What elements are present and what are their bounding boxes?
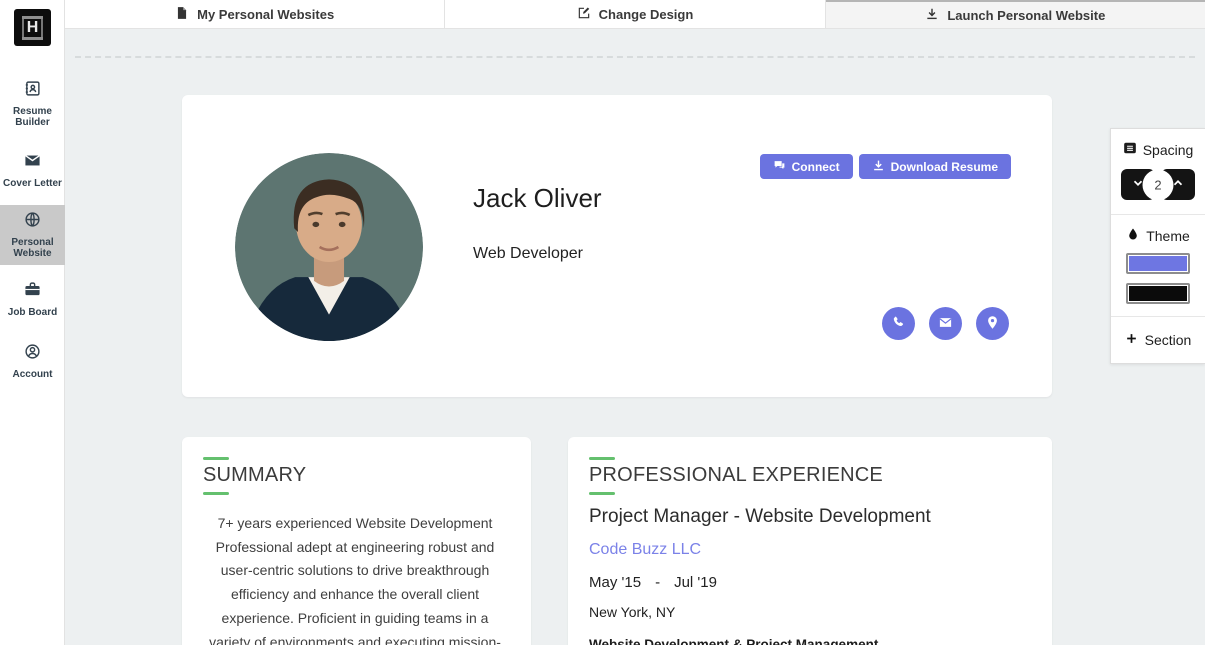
sidebar-item-resume-builder[interactable]: Resume Builder xyxy=(0,80,65,128)
sidebar-item-label: Cover Letter xyxy=(3,178,62,190)
chevron-up-icon xyxy=(1171,176,1185,193)
summary-section-card[interactable]: SUMMARY 7+ years experienced Website Dev… xyxy=(182,437,531,645)
green-accent-line xyxy=(589,457,615,460)
app-window: H Resume Builder Cover Letter Personal W… xyxy=(0,0,1205,645)
spacing-label: Spacing xyxy=(1143,142,1194,158)
green-accent-line xyxy=(203,457,229,460)
user-icon xyxy=(24,343,41,365)
tab-label: Launch Personal Website xyxy=(947,8,1105,23)
date-start: May '15 xyxy=(589,574,641,591)
experience-dates: May '15 - Jul '19 xyxy=(589,574,1028,591)
sidebar-item-label: Job Board xyxy=(8,307,57,319)
edit-pencil-icon xyxy=(577,6,591,23)
app-logo[interactable]: H xyxy=(14,9,51,46)
list-lines-icon xyxy=(1123,141,1137,158)
envelope-icon xyxy=(938,315,953,333)
droplet-icon xyxy=(1126,227,1140,244)
profile-actions: Connect Download Resume xyxy=(760,154,1011,179)
summary-section-title: SUMMARY xyxy=(203,464,507,487)
drop-zone-dashed-line xyxy=(75,56,1195,58)
website-preview-canvas: Jack Oliver Web Developer Connect Downlo… xyxy=(65,29,1205,645)
connect-button[interactable]: Connect xyxy=(760,154,853,179)
profile-name: Jack Oliver xyxy=(473,183,602,214)
spacing-value: 2 xyxy=(1146,172,1171,197)
tab-my-personal-websites[interactable]: My Personal Websites xyxy=(65,0,445,29)
theme-swatch-accent[interactable] xyxy=(1126,253,1190,274)
sidebar-item-label: Account xyxy=(13,369,53,381)
profile-header-card[interactable]: Jack Oliver Web Developer Connect Downlo… xyxy=(182,95,1052,397)
green-accent-underline xyxy=(589,492,615,495)
download-resume-button[interactable]: Download Resume xyxy=(859,154,1011,179)
logo-letter: H xyxy=(22,19,44,37)
theme-swatch-black[interactable] xyxy=(1126,283,1190,304)
sidebar-item-label: Personal Website xyxy=(0,237,65,260)
tab-launch-personal-website[interactable]: Launch Personal Website xyxy=(826,0,1205,29)
envelope-icon xyxy=(24,152,41,174)
logo-bottom-bar xyxy=(22,37,43,40)
sidebar-item-personal-website[interactable]: Personal Website xyxy=(0,205,65,265)
download-icon xyxy=(872,159,885,175)
experience-section-card[interactable]: PROFESSIONAL EXPERIENCE Project Manager … xyxy=(568,437,1052,645)
spacing-label-row: Spacing xyxy=(1119,141,1197,158)
chat-icon xyxy=(773,159,786,175)
location-button[interactable] xyxy=(976,307,1009,340)
phone-icon xyxy=(891,315,906,333)
download-resume-button-label: Download Resume xyxy=(891,160,998,174)
tab-label: My Personal Websites xyxy=(197,7,334,22)
sidebar: H Resume Builder Cover Letter Personal W… xyxy=(0,0,65,645)
tab-change-design[interactable]: Change Design xyxy=(445,0,825,29)
file-icon xyxy=(175,6,189,23)
email-button[interactable] xyxy=(929,307,962,340)
address-book-icon xyxy=(24,80,41,102)
contact-buttons xyxy=(882,307,1009,340)
spacing-stepper: 2 xyxy=(1121,169,1195,200)
tab-label: Change Design xyxy=(599,7,694,22)
launch-download-icon xyxy=(925,7,939,24)
sidebar-item-account[interactable]: Account xyxy=(0,342,65,382)
connect-button-label: Connect xyxy=(792,160,840,174)
phone-button[interactable] xyxy=(882,307,915,340)
sidebar-item-job-board[interactable]: Job Board xyxy=(0,277,65,323)
plus-icon xyxy=(1125,332,1138,348)
date-end: Jul '19 xyxy=(674,574,717,591)
experience-section-title: PROFESSIONAL EXPERIENCE xyxy=(589,464,1028,487)
sidebar-item-label: Resume Builder xyxy=(0,106,65,129)
green-accent-underline xyxy=(203,492,229,495)
briefcase-icon xyxy=(24,281,41,303)
add-section-button[interactable]: Section xyxy=(1111,317,1205,363)
sidebar-item-cover-letter[interactable]: Cover Letter xyxy=(0,148,65,194)
experience-company-link[interactable]: Code Buzz LLC xyxy=(589,541,1028,559)
summary-text: 7+ years experienced Website Development… xyxy=(209,512,501,645)
spacing-control: Spacing 2 xyxy=(1111,129,1205,215)
design-tools-panel: Spacing 2 xyxy=(1110,128,1205,364)
experience-role: Project Manager - Website Development xyxy=(589,506,1028,528)
theme-control: Theme xyxy=(1111,215,1205,317)
theme-label: Theme xyxy=(1146,228,1190,244)
chevron-down-icon xyxy=(1131,176,1145,193)
profile-job-title: Web Developer xyxy=(473,245,583,263)
profile-photo[interactable] xyxy=(235,153,423,341)
top-tab-bar: My Personal Websites Change Design Launc… xyxy=(65,0,1205,29)
experience-subheading: Website Development & Project Management xyxy=(589,637,1028,645)
date-separator: - xyxy=(655,574,660,591)
experience-location: New York, NY xyxy=(589,604,1028,620)
map-pin-icon xyxy=(985,315,1000,333)
globe-icon xyxy=(24,211,41,233)
theme-label-row: Theme xyxy=(1119,227,1197,244)
add-section-label: Section xyxy=(1145,332,1192,348)
